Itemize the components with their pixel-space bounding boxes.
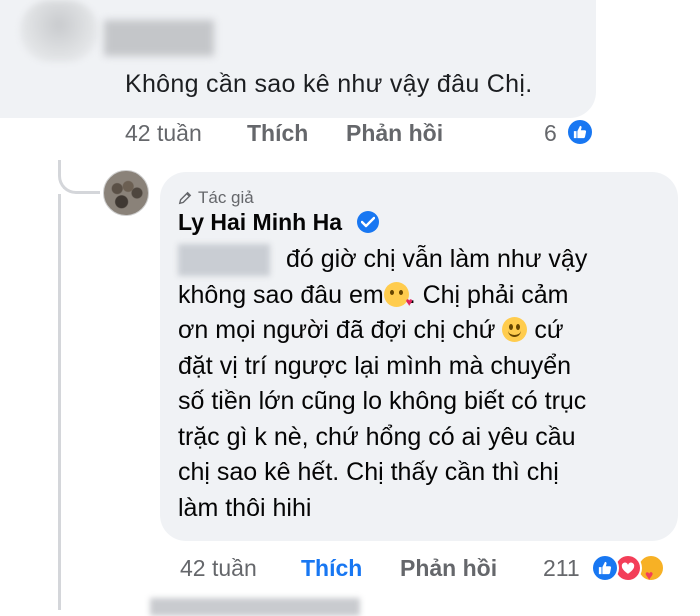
thread-line	[58, 194, 61, 610]
reply-text: đó giờ chị vẫn làm như vậy không sao đâu…	[178, 242, 658, 526]
reply-line: số tiền lớn cũng lo không biết có trục	[178, 387, 587, 415]
kiss-emoji-icon: ♥	[383, 281, 413, 308]
comment-actions: 42 tuần Thích Phản hồi 6	[0, 118, 700, 158]
reply-button[interactable]: Phản hồi	[400, 555, 497, 582]
reply-line: đặt vị trí ngược lại mình mà chuyển	[178, 351, 572, 380]
reaction-count[interactable]: 211	[543, 555, 580, 582]
reply-fragment: . Chị phải cảm	[408, 280, 569, 309]
reply-line: đó giờ chị vẫn làm như vậy	[286, 245, 588, 273]
reply-fragment: ơn mọi người đã đợi chị chứ	[178, 316, 496, 344]
comment-bubble: Không cần sao kê như vậy đâu Chị.	[0, 0, 596, 118]
comment-time[interactable]: 42 tuần	[125, 120, 202, 147]
author-name[interactable]: Ly Hai Minh Ha	[178, 209, 342, 236]
reply-button[interactable]: Phản hồi	[346, 120, 443, 147]
reply-actions: 42 tuần Thích Phản hồi 211 ♥	[0, 554, 700, 595]
blurred-commenter-name	[104, 20, 214, 56]
reply-line: không sao đâu em ♥. Chị phải cảm	[178, 278, 658, 314]
blurred-avatar	[20, 0, 98, 62]
like-icon[interactable]	[591, 554, 619, 582]
reaction-count[interactable]: 6	[544, 120, 557, 147]
verified-badge-icon	[357, 211, 379, 233]
reply-line: làm thôi hihi	[178, 493, 312, 522]
reply-line: chị sao kê hết. Chị thấy cần thì chị	[178, 458, 559, 486]
thread-connector	[58, 160, 100, 194]
like-button-active[interactable]: Thích	[301, 555, 362, 582]
author-tag: Tác giả	[178, 188, 254, 208]
reply-fragment: cứ	[534, 316, 564, 344]
comment-text: Không cần sao kê như vậy đâu Chị.	[125, 70, 533, 98]
like-button[interactable]: Thích	[247, 120, 308, 147]
author-tag-label: Tác giả	[198, 188, 254, 207]
next-comment-blurred	[150, 598, 360, 616]
reply-line: trặc gì k nè, chứ hổng có ai yêu cầu	[178, 422, 576, 451]
reply-time[interactable]: 42 tuần	[180, 555, 257, 582]
smile-emoji-icon	[502, 317, 528, 342]
reply-fragment: không sao đâu em	[178, 280, 384, 309]
avatar[interactable]	[103, 170, 149, 216]
like-icon[interactable]	[566, 118, 594, 146]
reply-line: ơn mọi người đã đợi chị chứ cứ	[178, 313, 658, 349]
author-pen-icon	[178, 191, 192, 205]
